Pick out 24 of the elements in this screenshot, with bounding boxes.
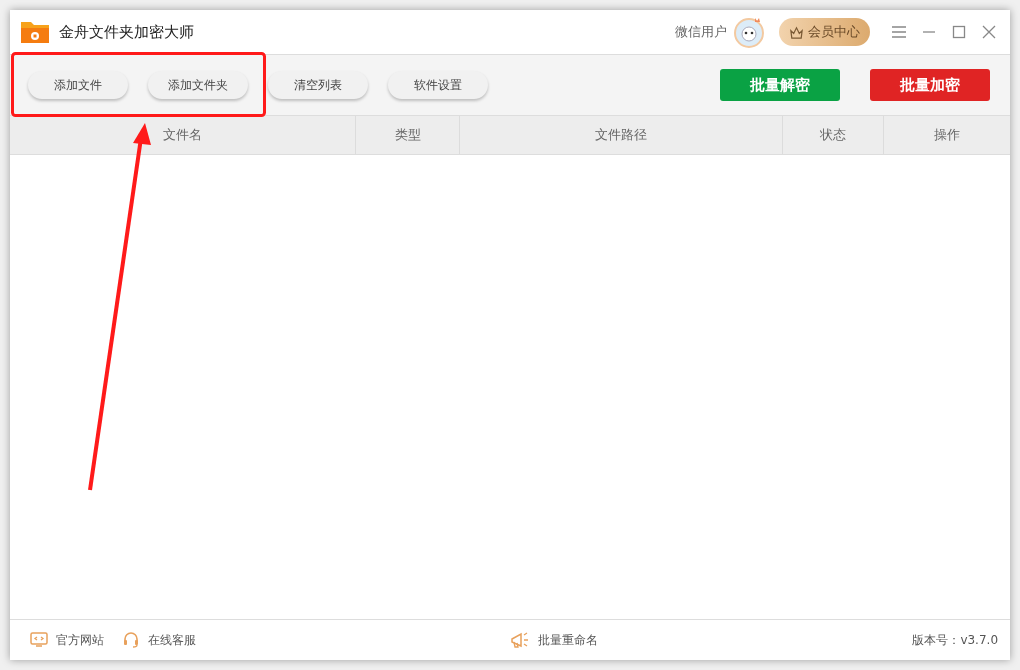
column-header: 文件路径 (460, 116, 783, 154)
user-name: 微信用户 (675, 23, 727, 41)
megaphone-icon (510, 631, 531, 649)
toolbar-button[interactable]: 清空列表 (268, 71, 368, 99)
member-center-button[interactable]: 会员中心 (779, 18, 870, 46)
avatar-icon (733, 16, 765, 48)
version-text: 版本号：v3.7.0 (912, 631, 998, 649)
close-icon[interactable] (982, 25, 996, 39)
toolbar-button[interactable]: 添加文件夹 (148, 71, 248, 99)
maximize-icon[interactable] (952, 25, 966, 39)
toolbar-button[interactable]: 软件设置 (388, 71, 488, 99)
headset-icon (122, 631, 140, 649)
column-header: 类型 (356, 116, 460, 154)
menu-icon[interactable] (892, 25, 906, 39)
toolbar-button[interactable]: 添加文件 (28, 71, 128, 99)
footer-link[interactable]: 官方网站 (56, 631, 104, 649)
column-header: 状态 (783, 116, 884, 154)
window-title: 金舟文件夹加密大师 (59, 22, 194, 42)
rename-link[interactable]: 批量重命名 (538, 631, 599, 649)
encrypt-button[interactable]: 批量加密 (870, 69, 990, 101)
footer-link[interactable]: 在线客服 (148, 631, 196, 649)
crown-icon (789, 24, 804, 40)
monitor-icon (30, 631, 48, 649)
column-header: 操作 (933, 126, 961, 144)
